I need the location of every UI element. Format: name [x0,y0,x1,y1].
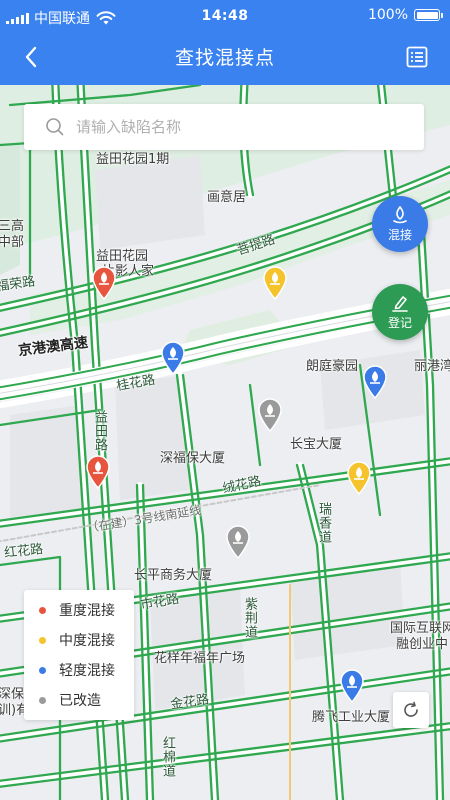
legend-label: 轻度混接 [59,663,115,679]
pen-icon [392,296,408,312]
road-label: 益田路 [92,410,107,452]
legend-dot [39,636,46,644]
map-label: 深福保大厦 [160,451,226,466]
legend-item: 重度混接 [24,595,134,625]
map-label: 画意居 [207,190,247,205]
list-icon [406,46,428,68]
search-input[interactable] [74,117,424,137]
search-bar[interactable] [24,104,424,150]
map-pin-moderate[interactable] [262,266,288,300]
legend-item: 轻度混接 [24,655,134,685]
road-label: 红棉道 [160,736,175,778]
map-label: 中部 [0,235,25,250]
map-label: 长平商务大厦 [134,568,213,583]
legend-label: 已改造 [59,693,101,709]
pin-icon [258,398,282,432]
battery-icon [414,9,443,21]
pin-icon [92,266,116,300]
legend-dot [39,606,46,614]
map-pin-fixed[interactable] [225,525,251,559]
legend-dot [39,666,46,674]
pin-icon [263,266,287,300]
nav-bar: 查找混接点 [0,32,450,82]
map-label: 益田花园1期 [96,152,170,167]
legend-item: 中度混接 [24,625,134,655]
pin-icon [340,669,364,703]
road-label: 瑞香道 [316,502,331,544]
status-bar: 中国联通 14:48 100% [0,0,450,32]
map-label: 花样年福年广场 [154,651,246,666]
page-title: 查找混接点 [174,47,275,69]
map-pin-light[interactable] [339,669,365,703]
droplet-icon [393,205,407,224]
pin-icon [226,525,250,559]
blend-button[interactable]: 混接 [372,196,428,252]
pin-icon [86,455,110,489]
list-view-button[interactable] [402,42,432,72]
legend-dot [39,696,46,704]
legend-label: 重度混接 [59,603,115,619]
blend-button-label: 混接 [387,228,412,242]
map-pin-severe[interactable] [91,266,117,300]
map-label: 融创业中 [396,637,449,652]
legend-label: 中度混接 [59,633,115,649]
register-button-label: 登记 [387,316,412,330]
map-label: 丽港湾 [414,359,450,374]
map-pin-moderate[interactable] [346,461,372,495]
map-label: 长宝大厦 [290,437,343,452]
status-right: 100% [367,7,443,23]
map-pin-light[interactable] [362,365,388,399]
pin-icon [363,365,387,399]
road-label: 红花路 [3,541,44,561]
search-icon [46,118,64,136]
map-view[interactable]: 益田花园1期 画意居 益田花园 片影人家 菩提路 福荣路 京港澳高速 朗庭豪园 … [0,85,450,800]
refresh-icon [404,701,418,717]
refresh-button[interactable] [393,692,429,728]
pin-icon [347,461,371,495]
battery-percent: 100% [367,7,408,23]
pin-icon [161,341,185,375]
legend-item: 已改造 [24,685,134,715]
map-pin-fixed[interactable] [257,398,283,432]
road-label: 紫荆道 [242,597,257,639]
map-label: 朗庭豪园 [306,359,359,374]
map-label: 腾飞工业大厦 [312,710,391,725]
app-header: 中国联通 14:48 100% 查找混接点 [0,0,450,85]
map-legend: 重度混接 中度混接 轻度混接 已改造 [24,590,134,720]
map-pin-light[interactable] [160,341,186,375]
map-pin-severe[interactable] [85,455,111,489]
register-button[interactable]: 登记 [372,284,428,340]
